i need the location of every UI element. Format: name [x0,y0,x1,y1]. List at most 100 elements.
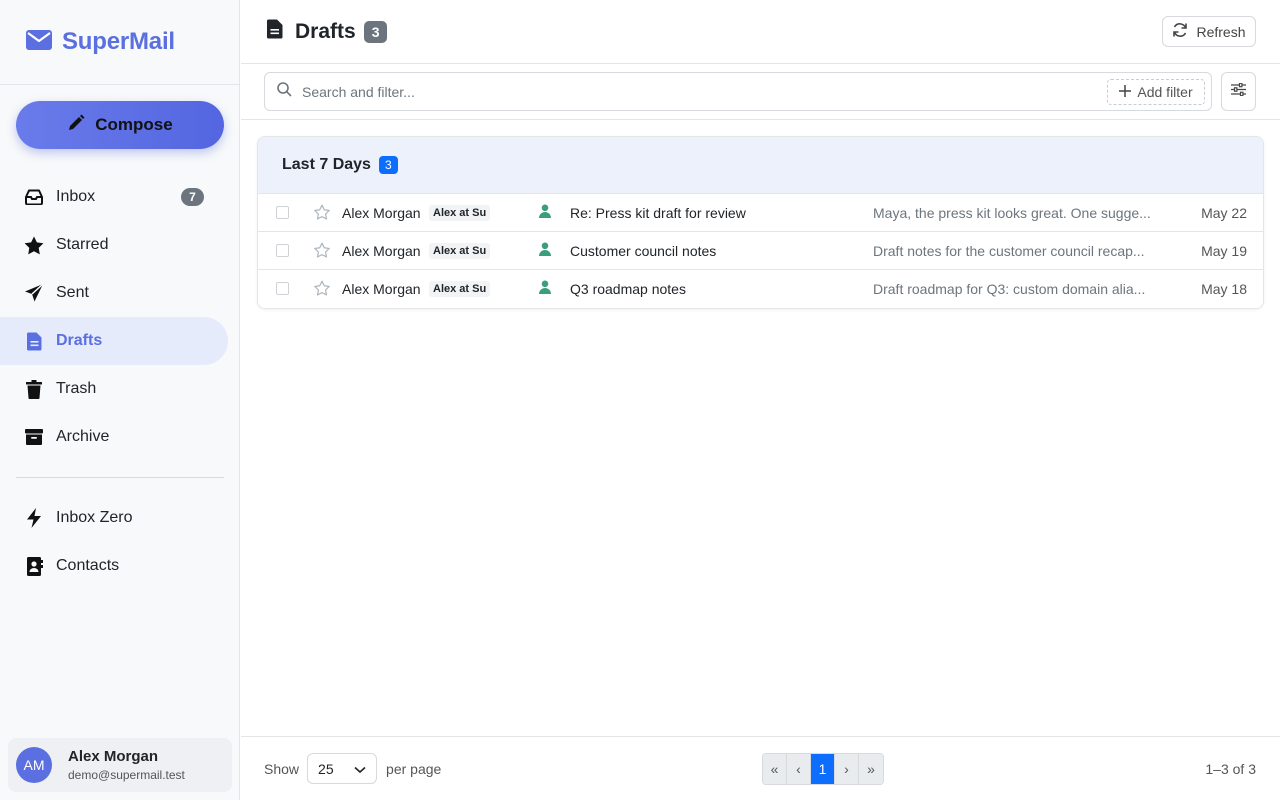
row-checkbox[interactable] [276,244,289,257]
refresh-label: Refresh [1196,23,1246,40]
sidebar-item-label: Starred [56,236,109,253]
star-toggle-icon[interactable] [314,204,330,223]
identity-tag: Alex at Su [429,205,491,221]
lightning-icon [24,508,44,528]
message-snippet: Draft notes for the customer council rec… [873,243,1145,259]
sender-name: Alex Morgan [342,243,421,259]
sidebar-item-label: Drafts [56,332,103,349]
group-header[interactable]: Last 7 Days 3 [258,137,1263,194]
message-snippet: Maya, the press kit looks great. One sug… [873,205,1151,221]
sidebar-item-trash[interactable]: Trash [0,365,240,413]
sender-name: Alex Morgan [342,281,421,297]
pencil-icon [67,114,85,137]
user-name: Alex Morgan [68,748,159,765]
star-toggle-icon[interactable] [314,280,330,299]
message-group: Last 7 Days 3 Alex Morgan Alex at Su Re:… [257,136,1264,309]
document-icon [267,19,283,44]
star-toggle-icon[interactable] [314,242,330,261]
brand: SuperMail [0,0,239,85]
sidebar-item-label: Archive [56,428,110,445]
sidebar-item-label: Trash [56,380,97,397]
filter-bar: Add filter [241,64,1280,120]
compose-label: Compose [95,115,173,134]
group-title: Last 7 Days [282,156,371,173]
show-label: Show [264,760,300,777]
sidebar-item-contacts[interactable]: Contacts [0,542,240,590]
person-icon [539,280,551,298]
sidebar-item-archive[interactable]: Archive [0,413,240,461]
message-row[interactable]: Alex Morgan Alex at Su Customer council … [258,232,1263,270]
main-panel: Drafts 3 Refresh Add filter [241,0,1280,800]
person-icon [539,242,551,260]
sidebar-item-label: Inbox Zero [56,509,133,526]
brand-name: SuperMail [62,28,175,55]
result-range: 1–3 of 3 [1205,761,1256,777]
drafts-count-badge: 3 [363,20,388,43]
plus-icon [1119,84,1132,100]
sidebar-item-sent[interactable]: Sent [0,269,240,317]
per-page-select[interactable]: 25 [307,753,378,784]
user-email: demo@supermail.test [68,768,185,782]
row-checkbox[interactable] [276,206,289,219]
add-filter-button[interactable]: Add filter [1107,79,1205,105]
inbox-icon [24,187,44,207]
refresh-button[interactable]: Refresh [1162,16,1256,47]
sidebar-item-label: Sent [56,284,89,301]
add-filter-label: Add filter [1137,84,1193,100]
sender-name: Alex Morgan [342,205,421,221]
avatar: AM [16,747,52,783]
pager: « ‹ 1 › » [762,753,884,785]
user-info: Alex Morgan demo@supermail.test [68,748,185,782]
row-checkbox[interactable] [276,282,289,295]
trash-icon [24,379,44,399]
sidebar-item-label: Contacts [56,557,120,574]
chevron-down-icon [354,761,366,777]
sidebar-item-label: Inbox [56,188,96,205]
page-header: Drafts 3 Refresh [241,0,1280,64]
pagination-footer: Show 25 per page « ‹ 1 › » 1–3 of 3 [241,736,1280,800]
envelope-icon [26,29,52,55]
sidebar-item-inbox[interactable]: Inbox 7 [0,173,240,221]
compose-button[interactable]: Compose [16,101,224,149]
identity-tag: Alex at Su [429,281,491,297]
message-date: May 18 [1201,281,1247,297]
sidebar-item-inbox-zero[interactable]: Inbox Zero [0,494,240,542]
sidebar-divider [16,477,224,478]
document-icon [24,331,44,351]
contacts-icon [24,556,44,576]
sidebar-nav: Inbox 7 Starred Sent Drafts Trash Archiv… [0,173,240,590]
first-page-button[interactable]: « [763,754,787,784]
person-icon [539,204,551,222]
current-page-button[interactable]: 1 [811,754,835,784]
message-subject: Q3 roadmap notes [570,281,686,297]
group-count-badge: 3 [378,156,398,174]
message-subject: Customer council notes [570,243,717,259]
message-row[interactable]: Alex Morgan Alex at Su Re: Press kit dra… [258,194,1263,232]
last-page-button[interactable]: » [859,754,883,784]
sidebar: SuperMail Compose Inbox 7 Starred Sent D… [0,0,240,800]
sidebar-item-starred[interactable]: Starred [0,221,240,269]
per-page-label: per page [386,760,442,777]
search-box: Add filter [264,72,1212,111]
star-icon [24,235,44,255]
inbox-count-badge: 7 [181,188,204,206]
message-date: May 22 [1201,205,1247,221]
user-profile[interactable]: AM Alex Morgan demo@supermail.test [8,738,232,792]
per-page-value: 25 [318,760,334,777]
search-input[interactable] [302,83,1082,100]
sidebar-item-drafts[interactable]: Drafts [0,317,240,365]
next-page-button[interactable]: › [835,754,859,784]
message-date: May 19 [1201,243,1247,259]
prev-page-button[interactable]: ‹ [787,754,811,784]
archive-icon [24,427,44,447]
identity-tag: Alex at Su [429,243,491,259]
message-row[interactable]: Alex Morgan Alex at Su Q3 roadmap notes … [258,270,1263,308]
search-icon [277,81,292,102]
send-icon [24,283,44,303]
brand-logo[interactable]: SuperMail [26,28,175,56]
refresh-icon [1172,22,1188,41]
sliders-icon [1231,82,1246,101]
filter-settings-button[interactable] [1221,72,1256,111]
message-snippet: Draft roadmap for Q3: custom domain alia… [873,281,1146,297]
page-title: Drafts [295,19,356,43]
